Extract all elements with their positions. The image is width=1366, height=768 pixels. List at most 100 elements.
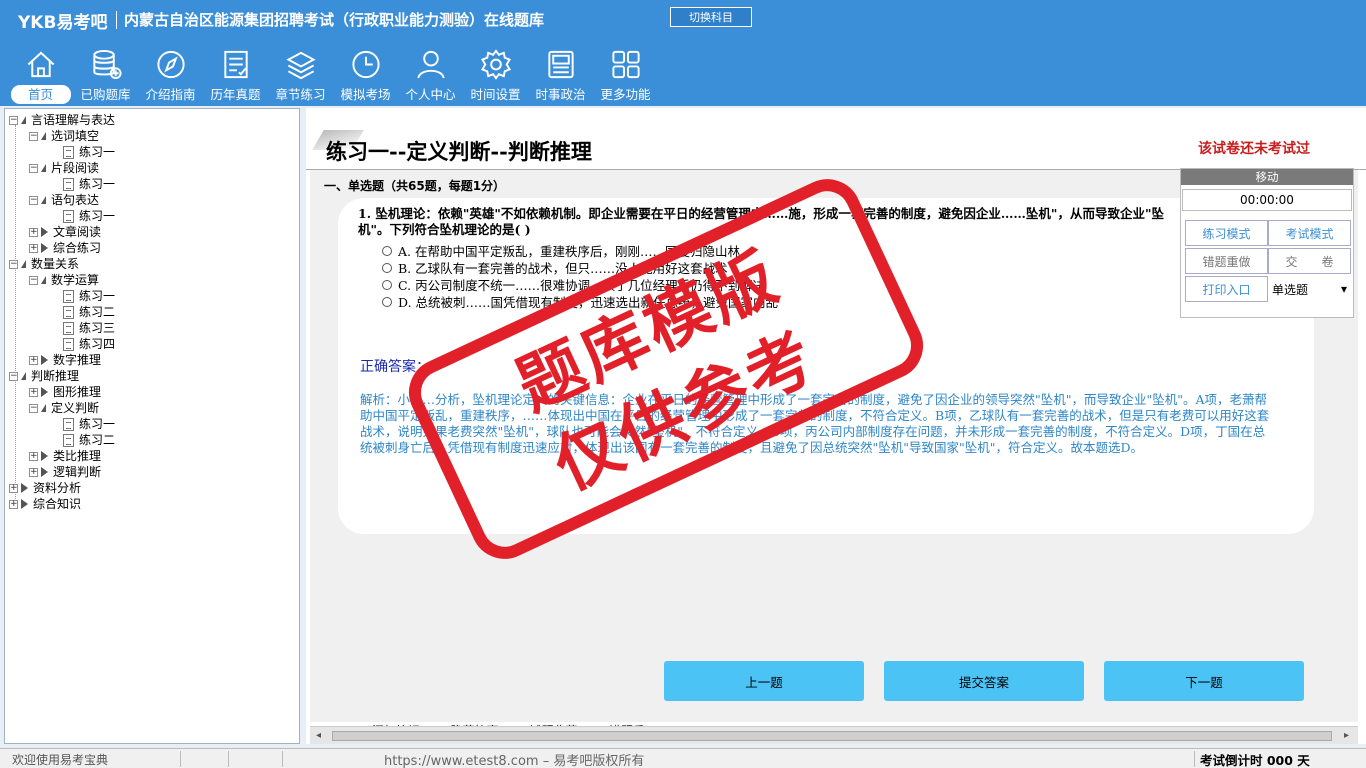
document-icon: [63, 289, 74, 303]
panel-move-handle[interactable]: 移动: [1181, 169, 1353, 185]
collapse-icon[interactable]: −: [29, 131, 38, 141]
nav-mock-exam[interactable]: 模拟考场: [333, 46, 398, 104]
tree-item-label: 定义判断: [51, 401, 100, 415]
tree-item[interactable]: − 数学运算: [29, 272, 99, 288]
folder-arrow-icon: [41, 467, 48, 477]
tree-item[interactable]: + 类比推理: [29, 448, 101, 464]
option-b[interactable]: B. 乙球队有一套完善的战术，但只……没人能用好这套战术: [382, 259, 778, 276]
tree-item[interactable]: 练习二: [63, 304, 115, 320]
nav-label: 章节练习: [275, 87, 326, 102]
expand-icon[interactable]: +: [29, 451, 38, 461]
tree-item[interactable]: + 综合知识: [9, 496, 81, 512]
scroll-thumb[interactable]: [332, 731, 1332, 741]
tree-item[interactable]: 练习一: [63, 416, 115, 432]
folder-arrow-icon: [41, 227, 48, 237]
nav-guide[interactable]: 介绍指南: [138, 46, 203, 104]
collapse-icon[interactable]: −: [29, 275, 38, 285]
expand-icon[interactable]: +: [29, 243, 38, 253]
tree-item[interactable]: + 数字推理: [29, 352, 101, 368]
question-type-select[interactable]: 单选题 ▾: [1268, 276, 1351, 302]
tree-item-label: 言语理解与表达: [31, 113, 116, 127]
print-button[interactable]: 打印入口: [1185, 276, 1268, 302]
redo-wrong-button[interactable]: 错题重做: [1185, 248, 1268, 274]
tree-item[interactable]: 练习一: [63, 208, 115, 224]
tree-item[interactable]: 练习三: [63, 320, 115, 336]
collapse-icon[interactable]: −: [9, 371, 18, 381]
analysis-text: 解析：小……分析，坠机理论定义的关键信息：企业在平日的经营管理中形成了一套完善的…: [360, 392, 1270, 455]
expand-icon[interactable]: +: [29, 227, 38, 237]
folder-arrow-icon: [21, 499, 28, 509]
tree-item[interactable]: − 片段阅读: [29, 160, 99, 176]
collapse-icon[interactable]: −: [9, 115, 18, 125]
tree-item[interactable]: − 语句表达: [29, 192, 99, 208]
page-title: 练习一--定义判断--判断推理: [326, 139, 592, 164]
switch-subject-button[interactable]: 切换科目: [670, 7, 752, 27]
tree-item[interactable]: 练习二: [63, 432, 115, 448]
option-d[interactable]: D. 总统被刺……国凭借现有制度，迅速选出新任总统，避免国家内乱: [382, 293, 778, 310]
document-icon: [63, 433, 74, 447]
next-question-button[interactable]: 下一题: [1104, 661, 1304, 701]
scroll-left-icon[interactable]: ◂: [316, 730, 321, 741]
radio-button[interactable]: [382, 262, 392, 273]
collapse-icon[interactable]: −: [9, 259, 18, 269]
tree-item[interactable]: + 综合练习: [29, 240, 101, 256]
exam-mode-button[interactable]: 考试模式: [1268, 220, 1351, 246]
tree-item-label: 练习一: [79, 145, 116, 159]
hand-in-button[interactable]: 交 卷: [1268, 248, 1351, 274]
divider: [1194, 751, 1195, 767]
tree-item[interactable]: 练习一: [63, 144, 115, 160]
radio-button[interactable]: [382, 279, 392, 290]
expand-icon[interactable]: +: [29, 355, 38, 365]
radio-button[interactable]: [382, 245, 392, 256]
nav-current-affairs[interactable]: 时事政治: [528, 46, 593, 104]
horizontal-scrollbar[interactable]: ◂ ▸: [310, 726, 1358, 744]
nav-purchased[interactable]: 已购题库: [73, 46, 138, 104]
nav-label: 首页: [10, 85, 71, 104]
tree-item[interactable]: − 判断推理: [9, 368, 79, 384]
expand-icon[interactable]: +: [9, 499, 18, 509]
nav-more[interactable]: 更多功能: [593, 46, 658, 104]
question-text: 1. 坠机理论：依赖"英雄"不如依赖机制。即企业需要在平日的经营管理中……施，形…: [358, 206, 1164, 237]
expand-icon[interactable]: +: [29, 467, 38, 477]
tree-item[interactable]: − 数量关系: [9, 256, 79, 272]
option-c[interactable]: C. 丙公司制度不统一……很难协调，换了几位经理后仍得不到解决: [382, 276, 778, 293]
tree-item[interactable]: − 言语理解与表达: [9, 112, 115, 128]
tree-item[interactable]: − 选词填空: [29, 128, 99, 144]
expand-icon[interactable]: +: [29, 387, 38, 397]
folder-arrow-icon: [41, 196, 46, 204]
nav-profile[interactable]: 个人中心: [398, 46, 463, 104]
nav-time-settings[interactable]: 时间设置: [463, 46, 528, 104]
practice-mode-button[interactable]: 练习模式: [1185, 220, 1268, 246]
tree-item[interactable]: 练习一: [63, 288, 115, 304]
option-a[interactable]: A. 在帮助中国平定叛乱，重建秩序后，刚刚……国度归隐山林: [382, 242, 778, 259]
expand-icon[interactable]: +: [9, 483, 18, 493]
tree-item[interactable]: + 资料分析: [9, 480, 81, 496]
document-icon: [63, 417, 74, 431]
nav-chapter-practice[interactable]: 章节练习: [268, 46, 333, 104]
document-icon: [63, 305, 74, 319]
divider: [282, 751, 283, 767]
document-icon: [63, 209, 74, 223]
tree-item[interactable]: + 逻辑判断: [29, 464, 101, 480]
submit-answer-button[interactable]: 提交答案: [884, 661, 1084, 701]
chevron-down-icon: ▾: [1340, 282, 1347, 296]
tree-item[interactable]: − 定义判断: [29, 400, 99, 416]
radio-button[interactable]: [382, 296, 392, 307]
tree-item[interactable]: 练习一: [63, 176, 115, 192]
prev-question-button[interactable]: 上一题: [664, 661, 864, 701]
tree-item-label: 练习一: [79, 209, 116, 223]
tree-item[interactable]: 练习四: [63, 336, 115, 352]
tree-item[interactable]: + 图形推理: [29, 384, 101, 400]
tree-item[interactable]: + 文章阅读: [29, 224, 101, 240]
collapse-icon[interactable]: −: [29, 403, 38, 413]
folder-arrow-icon: [41, 355, 48, 365]
collapse-icon[interactable]: −: [29, 163, 38, 173]
scroll-right-icon[interactable]: ▸: [1344, 730, 1349, 741]
collapse-icon[interactable]: −: [29, 195, 38, 205]
tree-item-label: 练习一: [79, 177, 116, 191]
nav-label: 时事政治: [535, 87, 586, 102]
checklist-icon: [223, 50, 248, 79]
nav-past-papers[interactable]: 历年真题: [203, 46, 268, 104]
tree-item-label: 综合知识: [33, 497, 82, 511]
nav-home[interactable]: 首页: [8, 46, 73, 104]
